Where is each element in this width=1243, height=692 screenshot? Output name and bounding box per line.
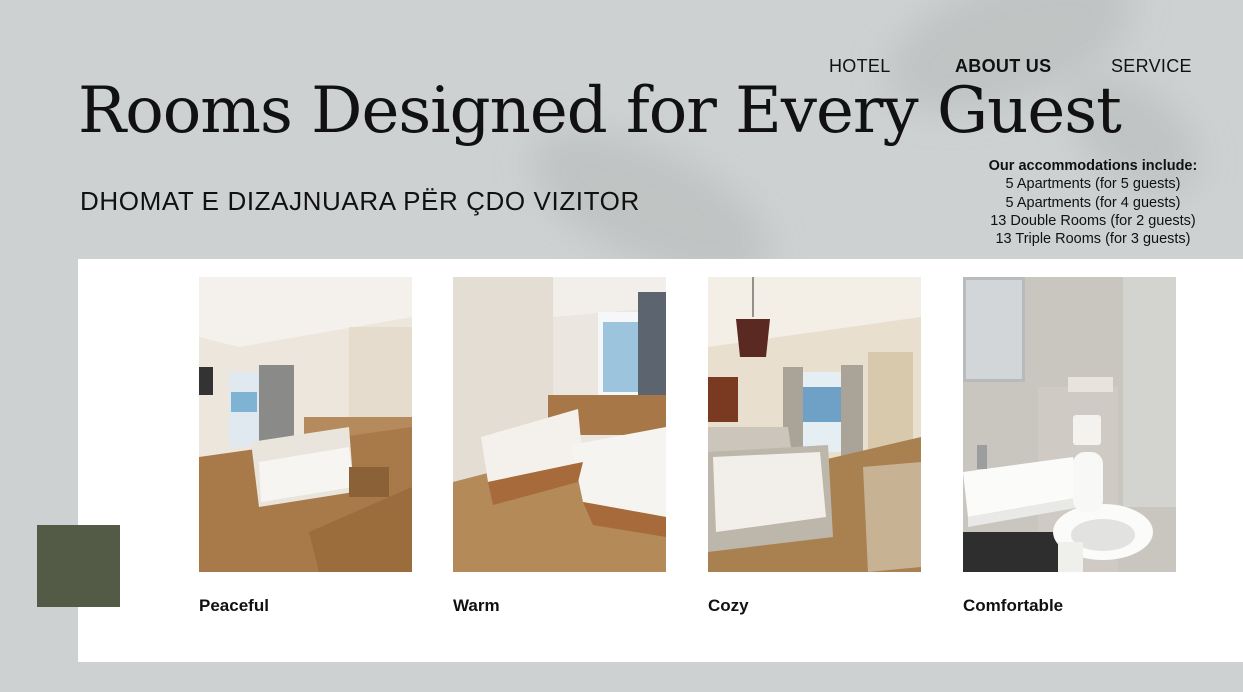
accommodation-line: 13 Double Rooms (for 2 guests) (990, 212, 1196, 229)
room-label: Comfortable (963, 596, 1064, 615)
room-label: Peaceful (199, 596, 269, 615)
page-title: Rooms Designed for Every Guest (78, 74, 1122, 148)
accommodation-line: 5 Apartments (for 4 guests) (1005, 194, 1181, 211)
room-card-warm[interactable]: Warm (453, 277, 666, 616)
room-card-peaceful[interactable]: Peaceful (199, 277, 412, 616)
room-card-cozy[interactable]: Cozy (708, 277, 921, 616)
nav-service[interactable]: SERVICE (1111, 56, 1192, 77)
accommodation-line: 13 Triple Rooms (for 3 guests) (995, 231, 1191, 248)
accent-square (37, 525, 120, 607)
room-label: Warm (453, 596, 500, 615)
room-photo-warm (453, 277, 666, 572)
room-photo-cozy (708, 277, 921, 572)
room-card-comfortable[interactable]: Comfortable (963, 277, 1176, 616)
accommodation-line: 5 Apartments (for 5 guests) (1005, 176, 1181, 193)
room-label: Cozy (708, 596, 749, 615)
accommodations-info: Our accommodations include: 5 Apartments… (968, 157, 1218, 248)
accommodations-heading: Our accommodations include: (988, 158, 1198, 174)
room-photo-comfortable (963, 277, 1176, 572)
page-subtitle: DHOMAT E DIZAJNUARA PËR ÇDO VIZITOR (80, 186, 640, 216)
room-photo-peaceful (199, 277, 412, 572)
